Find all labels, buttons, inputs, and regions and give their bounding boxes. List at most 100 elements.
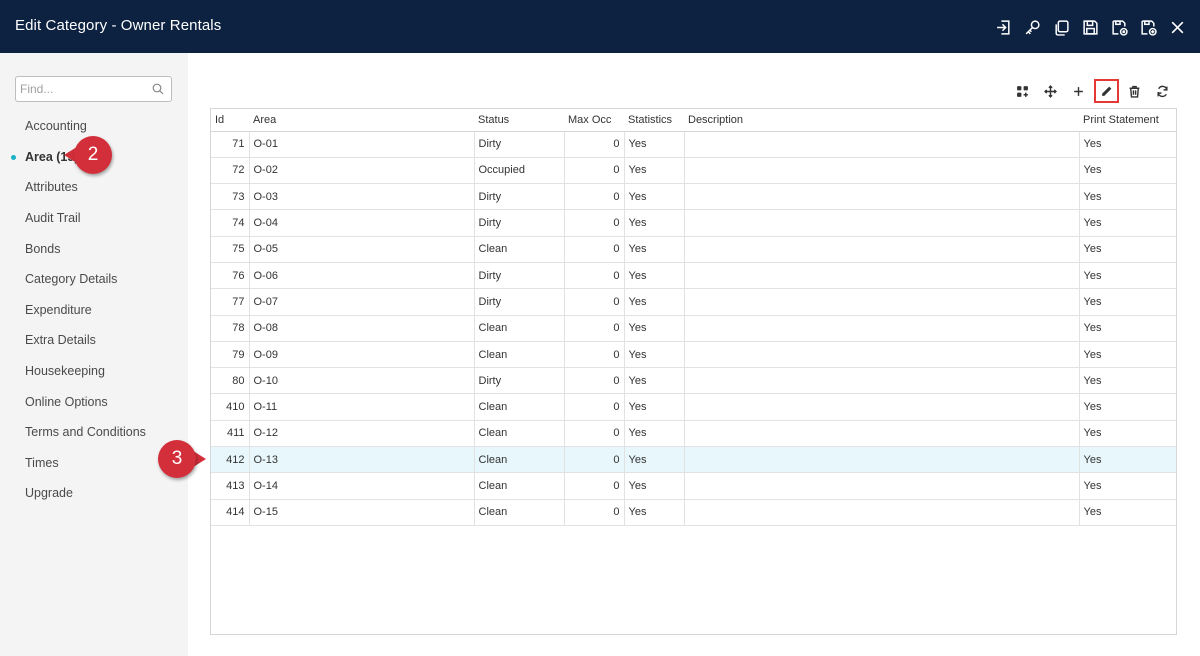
cell-max-occ[interactable]: 0 (564, 262, 625, 290)
column-header-status[interactable]: Status (474, 109, 564, 132)
cell-id[interactable]: 72 (211, 157, 250, 185)
column-header-max-occ[interactable]: Max Occ (564, 109, 624, 132)
table-row[interactable]: 413 O-14 Clean 0 Yes Yes (211, 472, 1176, 500)
cell-statistics[interactable]: Yes (624, 288, 685, 316)
cell-print-statement[interactable]: Yes (1079, 446, 1176, 474)
cell-print-statement[interactable]: Yes (1079, 393, 1176, 421)
cell-max-occ[interactable]: 0 (564, 157, 625, 185)
cell-description[interactable] (684, 288, 1080, 316)
save-exit-icon[interactable] (1105, 15, 1134, 39)
cell-id[interactable]: 73 (211, 183, 250, 211)
column-header-area[interactable]: Area (249, 109, 474, 132)
search-input[interactable] (20, 80, 150, 98)
cell-description[interactable] (684, 367, 1080, 395)
table-row[interactable]: 76 O-06 Dirty 0 Yes Yes (211, 262, 1176, 290)
cell-id[interactable]: 75 (211, 236, 250, 263)
edit-button[interactable] (1094, 79, 1119, 103)
cell-statistics[interactable]: Yes (624, 420, 685, 448)
cell-description[interactable] (684, 341, 1080, 369)
cell-print-statement[interactable]: Yes (1079, 236, 1176, 263)
sidebar-item-attributes[interactable]: Attributes (0, 172, 188, 203)
cell-description[interactable] (684, 262, 1080, 290)
cell-max-occ[interactable]: 0 (564, 236, 625, 263)
search-box[interactable] (15, 76, 172, 102)
delete-button[interactable] (1122, 79, 1147, 103)
cell-max-occ[interactable]: 0 (564, 288, 625, 316)
cell-id[interactable]: 77 (211, 288, 250, 316)
cell-statistics[interactable]: Yes (624, 183, 685, 211)
cell-statistics[interactable]: Yes (624, 367, 685, 395)
cell-print-statement[interactable]: Yes (1079, 288, 1176, 316)
cell-max-occ[interactable]: 0 (564, 341, 625, 369)
cell-id[interactable]: 71 (211, 131, 250, 158)
cell-description[interactable] (684, 183, 1080, 211)
table-row[interactable]: 77 O-07 Dirty 0 Yes Yes (211, 288, 1176, 316)
table-row[interactable]: 73 O-03 Dirty 0 Yes Yes (211, 183, 1176, 211)
search-icon[interactable] (152, 83, 164, 95)
cell-id[interactable]: 411 (211, 420, 250, 448)
cell-status[interactable]: Dirty (474, 367, 565, 395)
cell-print-statement[interactable]: Yes (1079, 183, 1176, 211)
cell-max-occ[interactable]: 0 (564, 499, 625, 526)
cell-id[interactable]: 74 (211, 209, 250, 237)
column-header-id[interactable]: Id (211, 109, 249, 132)
cell-print-statement[interactable]: Yes (1079, 341, 1176, 369)
cell-id[interactable]: 79 (211, 341, 250, 369)
cell-area[interactable]: O-14 (249, 472, 475, 500)
cell-area[interactable]: O-08 (249, 315, 475, 342)
cell-print-statement[interactable]: Yes (1079, 499, 1176, 526)
cell-description[interactable] (684, 157, 1080, 185)
cell-max-occ[interactable]: 0 (564, 393, 625, 421)
column-header-description[interactable]: Description (684, 109, 1079, 132)
cell-id[interactable]: 410 (211, 393, 250, 421)
grid-options-button[interactable] (1010, 79, 1035, 103)
sidebar-item-category-details[interactable]: Category Details (0, 264, 188, 295)
cell-print-statement[interactable]: Yes (1079, 420, 1176, 448)
cell-print-statement[interactable]: Yes (1079, 367, 1176, 395)
cell-print-statement[interactable]: Yes (1079, 131, 1176, 158)
cell-description[interactable] (684, 446, 1080, 474)
sidebar-item-upgrade[interactable]: Upgrade (0, 478, 188, 509)
cell-description[interactable] (684, 209, 1080, 237)
sidebar-item-audit-trail[interactable]: Audit Trail (0, 203, 188, 234)
table-row[interactable]: 414 O-15 Clean 0 Yes Yes (211, 499, 1176, 526)
cell-description[interactable] (684, 499, 1080, 526)
move-button[interactable] (1038, 79, 1063, 103)
cell-status[interactable]: Clean (474, 236, 565, 263)
cell-area[interactable]: O-05 (249, 236, 475, 263)
cell-max-occ[interactable]: 0 (564, 183, 625, 211)
cell-description[interactable] (684, 315, 1080, 342)
sidebar-item-online-options[interactable]: Online Options (0, 386, 188, 417)
cell-area[interactable]: O-10 (249, 367, 475, 395)
cell-statistics[interactable]: Yes (624, 157, 685, 185)
cell-id[interactable]: 412 (211, 446, 250, 474)
cell-print-statement[interactable]: Yes (1079, 262, 1176, 290)
cell-status[interactable]: Dirty (474, 209, 565, 237)
table-row[interactable]: 411 O-12 Clean 0 Yes Yes (211, 420, 1176, 448)
table-row[interactable]: 72 O-02 Occupied 0 Yes Yes (211, 157, 1176, 185)
cell-id[interactable]: 76 (211, 262, 250, 290)
table-row[interactable]: 78 O-08 Clean 0 Yes Yes (211, 315, 1176, 342)
cell-description[interactable] (684, 393, 1080, 421)
cell-area[interactable]: O-04 (249, 209, 475, 237)
cell-statistics[interactable]: Yes (624, 236, 685, 263)
cell-statistics[interactable]: Yes (624, 341, 685, 369)
cell-area[interactable]: O-15 (249, 499, 475, 526)
copy-icon[interactable] (1047, 15, 1076, 39)
cell-description[interactable] (684, 420, 1080, 448)
cell-max-occ[interactable]: 0 (564, 209, 625, 237)
cell-status[interactable]: Clean (474, 315, 565, 342)
cell-max-occ[interactable]: 0 (564, 420, 625, 448)
cell-status[interactable]: Clean (474, 341, 565, 369)
cell-description[interactable] (684, 236, 1080, 263)
table-row[interactable]: 79 O-09 Clean 0 Yes Yes (211, 341, 1176, 369)
table-row[interactable]: 75 O-05 Clean 0 Yes Yes (211, 236, 1176, 263)
cell-max-occ[interactable]: 0 (564, 472, 625, 500)
cell-area[interactable]: O-12 (249, 420, 475, 448)
refresh-button[interactable] (1150, 79, 1175, 103)
cell-area[interactable]: O-11 (249, 393, 475, 421)
save-icon[interactable] (1076, 15, 1105, 39)
table-row[interactable]: 80 O-10 Dirty 0 Yes Yes (211, 367, 1176, 395)
cell-id[interactable]: 78 (211, 315, 250, 342)
cell-area[interactable]: O-07 (249, 288, 475, 316)
